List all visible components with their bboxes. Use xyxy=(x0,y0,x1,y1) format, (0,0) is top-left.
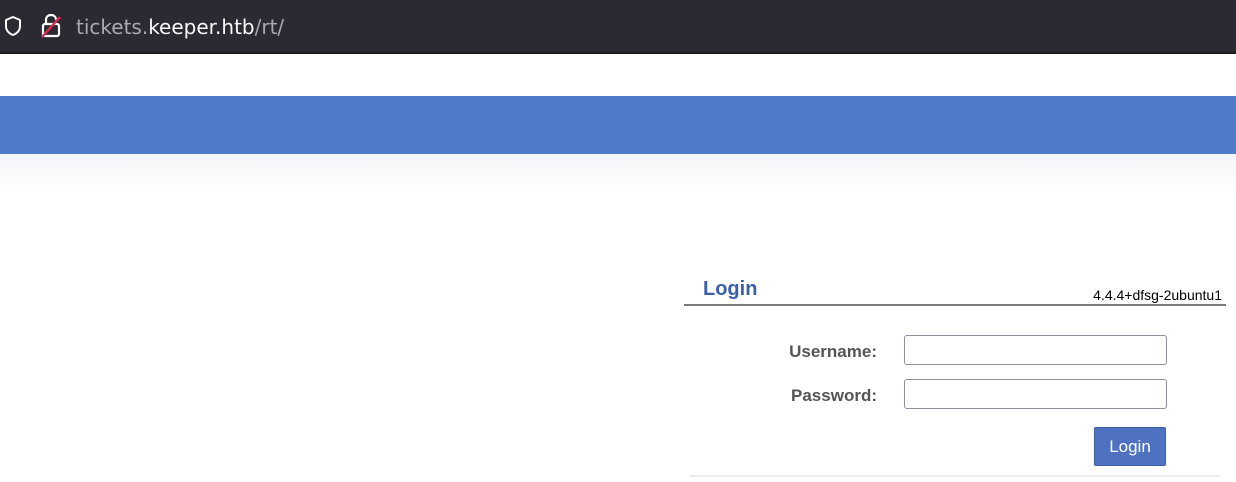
shield-icon[interactable] xyxy=(4,15,22,37)
url-domain: keeper.htb xyxy=(148,15,255,39)
url-subdomain: tickets. xyxy=(76,15,149,39)
login-button[interactable]: Login xyxy=(1094,427,1166,466)
header-shadow xyxy=(0,154,1236,194)
password-label: Password: xyxy=(791,386,877,405)
password-field[interactable] xyxy=(904,379,1167,409)
address-bar-url[interactable]: tickets.keeper.htb/rt/ xyxy=(76,12,284,42)
username-field[interactable] xyxy=(904,335,1167,365)
version-label: 4.4.4+dfsg-2ubuntu1 xyxy=(1093,287,1222,303)
browser-toolbar: tickets.keeper.htb/rt/ xyxy=(0,0,1236,54)
panel-bottom-divider xyxy=(690,475,1220,477)
url-path: /rt/ xyxy=(254,15,285,39)
username-label: Username: xyxy=(789,342,877,361)
lock-icon[interactable] xyxy=(40,13,62,39)
page-header-bar xyxy=(0,96,1236,154)
login-panel: Login 4.4.4+dfsg-2ubuntu1 Username: Pass… xyxy=(684,270,1226,480)
title-divider xyxy=(684,304,1226,306)
login-title: Login xyxy=(703,278,758,300)
